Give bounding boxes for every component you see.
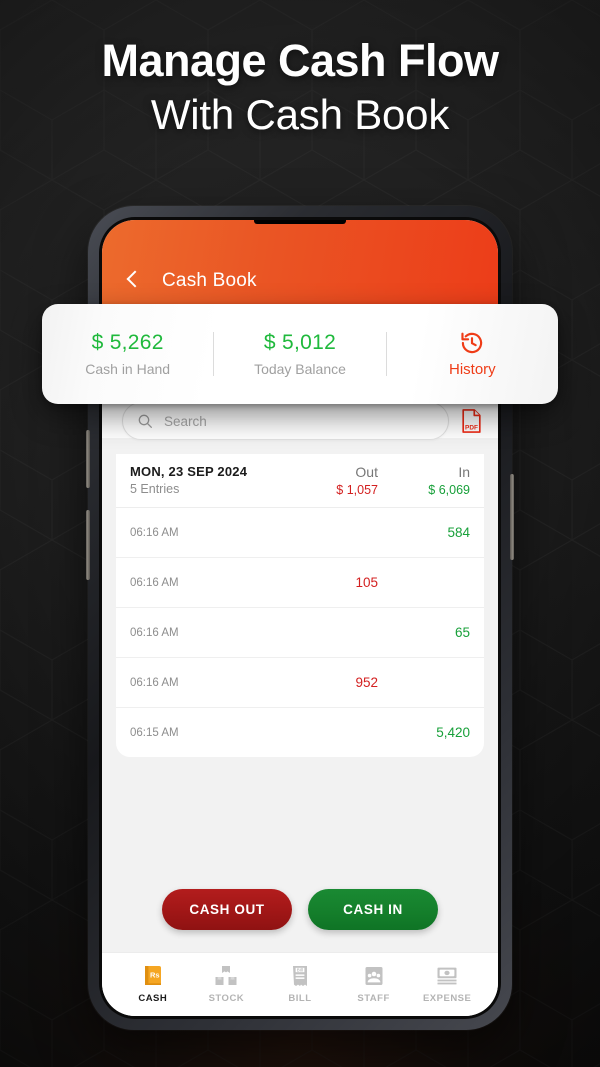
volume-up-button[interactable]: [86, 430, 90, 488]
day-in-column: In $ 6,069: [378, 464, 470, 497]
cash-in-hand-value: $ 5,262: [91, 331, 164, 354]
pdf-export-icon[interactable]: PDF: [461, 409, 482, 433]
app-header-title: Cash Book: [162, 270, 257, 291]
nav-label-bill: BILL: [288, 992, 312, 1004]
today-balance-value: $ 5,012: [263, 331, 337, 354]
app-header-bar: Cash Book: [102, 220, 498, 306]
transaction-time: 06:16 AM: [130, 626, 179, 639]
in-column-label: In: [458, 464, 470, 480]
in-column-total: $ 6,069: [428, 483, 470, 497]
banknote-icon: [437, 967, 457, 984]
nav-item-bill[interactable]: Bill BILL: [263, 964, 337, 1004]
svg-text:Rs: Rs: [150, 970, 160, 979]
transaction-in-amount: 5,420: [436, 725, 470, 740]
nav-label-cash: CASH: [138, 992, 168, 1004]
power-button[interactable]: [510, 474, 514, 560]
transaction-out-amount: 105: [355, 575, 378, 590]
nav-item-expense[interactable]: EXPENSE: [410, 964, 484, 1004]
table-row[interactable]: 06:16 AM 584: [116, 508, 484, 558]
summary-card: $ 5,262 Cash in Hand $ 5,012 Today Balan…: [42, 304, 558, 404]
nav-item-staff[interactable]: STAFF: [337, 964, 411, 1004]
bottom-navigation-bar: Rs CASH STOCK Bill BILL STAFF EXPENSE: [102, 952, 498, 1016]
receipt-icon: Bill: [292, 965, 307, 986]
transaction-in-amount: 584: [447, 525, 470, 540]
headline-line-1: Manage Cash Flow: [101, 35, 499, 86]
transaction-time: 06:15 AM: [130, 726, 179, 739]
staff-icon: [365, 966, 383, 985]
out-column-total: $ 1,057: [336, 483, 378, 497]
table-row[interactable]: 06:16 AM 65: [116, 608, 484, 658]
today-balance-label: Today Balance: [254, 361, 346, 377]
transaction-time: 06:16 AM: [130, 676, 179, 689]
table-row[interactable]: 06:16 AM 105: [116, 558, 484, 608]
day-entry-count: 5 Entries: [130, 482, 180, 496]
svg-text:PDF: PDF: [465, 424, 478, 431]
svg-text:Bill: Bill: [297, 967, 304, 972]
transaction-time: 06:16 AM: [130, 526, 179, 539]
day-date: MON, 23 SEP 2024: [130, 464, 248, 479]
cash-in-hand-cell[interactable]: $ 5,262 Cash in Hand: [42, 331, 213, 377]
action-button-row: CASH OUT CASH IN: [102, 889, 498, 952]
search-icon: [138, 414, 152, 428]
out-column-label: Out: [355, 464, 378, 480]
search-placeholder-text: Search: [164, 413, 207, 429]
chevron-left-icon[interactable]: [122, 268, 144, 290]
nav-label-expense: EXPENSE: [422, 992, 472, 1004]
cash-in-button[interactable]: CASH IN: [308, 889, 438, 930]
transaction-time: 06:16 AM: [130, 576, 179, 589]
nav-item-stock[interactable]: STOCK: [190, 964, 264, 1004]
nav-label-stock: STOCK: [208, 992, 245, 1004]
search-input[interactable]: Search: [122, 402, 449, 440]
transaction-in-amount: 65: [454, 625, 470, 640]
history-cell[interactable]: History: [387, 330, 558, 378]
day-summary-header: MON, 23 SEP 2024 5 Entries Out $ 1,057 I…: [116, 454, 484, 508]
headline-line-2: With Cash Book: [150, 91, 450, 139]
day-summary-left: MON, 23 SEP 2024 5 Entries: [130, 464, 286, 496]
history-label: History: [448, 361, 496, 378]
search-row: Search PDF: [102, 402, 498, 440]
transactions-card: MON, 23 SEP 2024 5 Entries Out $ 1,057 I…: [116, 454, 484, 757]
cash-book-icon: Rs: [144, 965, 161, 985]
nav-label-staff: STAFF: [357, 992, 390, 1004]
boxes-icon: [215, 965, 237, 985]
table-row[interactable]: 06:15 AM 5,420: [116, 708, 484, 757]
volume-down-button[interactable]: [86, 510, 90, 580]
earpiece-speaker: [254, 220, 346, 224]
today-balance-cell[interactable]: $ 5,012 Today Balance: [214, 331, 385, 377]
page-title: Manage Cash Flow With Cash Book: [0, 35, 600, 140]
table-row[interactable]: 06:16 AM 952: [116, 658, 484, 708]
cash-in-hand-label: Cash in Hand: [85, 361, 171, 377]
nav-item-cash[interactable]: Rs CASH: [116, 964, 190, 1004]
history-icon: [461, 332, 483, 354]
cash-out-button[interactable]: CASH OUT: [162, 889, 292, 930]
day-out-column: Out $ 1,057: [286, 464, 378, 497]
transaction-out-amount: 952: [355, 675, 378, 690]
